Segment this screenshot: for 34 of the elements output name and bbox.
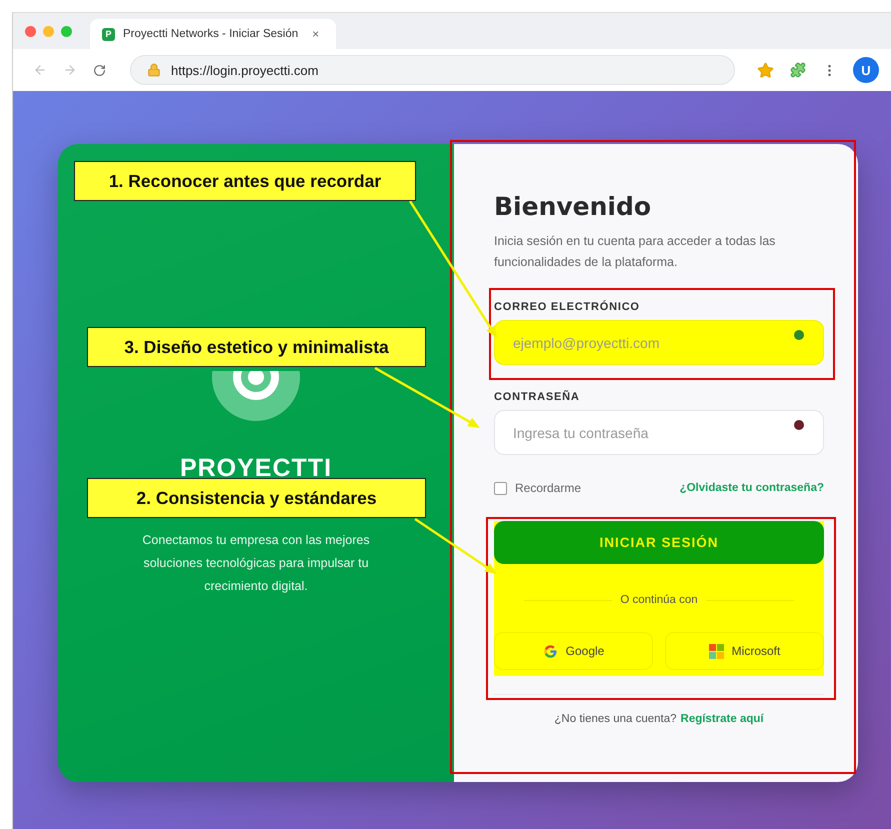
forward-icon[interactable] — [63, 63, 77, 77]
tab-title: Proyectti Networks - Iniciar Sesión — [123, 28, 298, 40]
field-label: CORREO ELECTRÓNICO — [494, 301, 641, 313]
password-field[interactable]: Ingresa tu contraseña — [494, 410, 824, 455]
welcome-subtitle: Inicia sesión en tu cuenta para acceder a todas las funcionalidades de la plataforma. — [494, 233, 776, 271]
tab-favicon: P — [102, 28, 115, 40]
divider-text: O continúa con — [620, 594, 698, 606]
field-label: CONTRASEÑA — [494, 391, 581, 403]
social-login-button[interactable]: Google — [494, 632, 653, 670]
tab-close-button[interactable]: × — [312, 27, 320, 41]
profile-avatar[interactable]: U — [853, 57, 879, 83]
puzzle-icon[interactable] — [790, 62, 806, 78]
annotation-callout: 2. Consistencia y estándares — [87, 478, 426, 518]
remember-label: Recordarme — [515, 481, 582, 495]
email-field[interactable]: ejemplo@proyectti.com — [494, 320, 824, 365]
social-login-button[interactable]: Microsoft — [665, 632, 824, 670]
window-controls-icon[interactable] — [25, 26, 72, 36]
remember-checkbox[interactable] — [494, 482, 507, 494]
reload-icon[interactable] — [93, 64, 106, 76]
url-text: https://login.proyectti.com — [171, 62, 318, 78]
google-icon — [542, 644, 558, 658]
browser-tab[interactable]: P Proyectti Networks - Iniciar Sesión × — [90, 19, 336, 49]
star-icon[interactable] — [757, 62, 774, 78]
annotation-callout: 1. Reconocer antes que recordar — [74, 161, 416, 201]
lock-icon — [147, 63, 161, 77]
signup-prompt: ¿No tienes una cuenta? — [554, 713, 677, 725]
welcome-title: Bienvenido — [494, 192, 652, 221]
address-bar[interactable]: https://login.proyectti.com — [130, 55, 735, 85]
annotation-callout: 3. Diseño estetico y minimalista — [87, 327, 426, 367]
signup-link[interactable]: Regístrate aquí — [680, 713, 764, 725]
windows-logo-icon — [708, 644, 724, 658]
forgot-password-link[interactable]: ¿Olvidaste tu contraseña? — [680, 482, 824, 494]
back-icon[interactable] — [33, 63, 47, 77]
brand-tagline: Conectamos tu empresa con las mejores soluciones tecnológicas para impulsar tu crecimiento digital. — [141, 532, 371, 595]
